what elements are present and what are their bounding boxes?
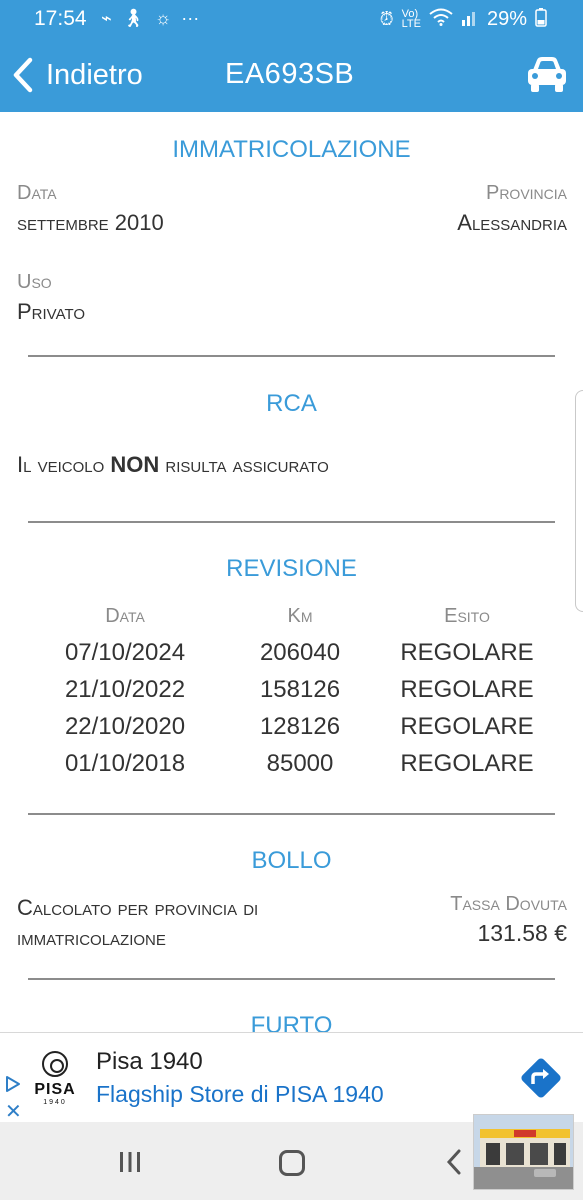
car-icon[interactable] xyxy=(525,54,569,94)
table-cell: 07/10/2024 xyxy=(64,639,186,666)
uso-label: Uso xyxy=(17,271,52,293)
section-title-bollo: BOLLO xyxy=(251,847,332,874)
wifi-icon xyxy=(429,8,453,30)
recents-icon[interactable] xyxy=(117,1150,143,1174)
rca-text-after: risulta assicurato xyxy=(159,452,329,477)
divider xyxy=(28,978,555,980)
tassa-value: 131.58 € xyxy=(477,920,567,946)
section-title-furto: FURTO xyxy=(250,1012,333,1032)
home-icon[interactable] xyxy=(279,1150,305,1176)
divider xyxy=(28,521,555,523)
tassa-label: Tassa Dovuta xyxy=(450,893,567,915)
ad-banner[interactable]: PISA 1940 ✕ Pisa 1940 Flagship Store di … xyxy=(0,1032,583,1124)
bollo-description-line2: immatricolazione xyxy=(17,925,166,950)
divider xyxy=(28,355,555,357)
vehicle-details[interactable]: IMMATRICOLAZIONE Data settembre 2010 Pro… xyxy=(0,112,583,1032)
table-cell: 21/10/2022 xyxy=(64,676,186,703)
battery-icon xyxy=(535,7,547,31)
provincia-value: Alessandria xyxy=(457,210,567,235)
provincia-label: Provincia xyxy=(485,182,567,204)
rca-status-text: Il veicolo NON risulta assicurato xyxy=(17,452,329,478)
back-label: Indietro xyxy=(46,58,143,91)
revisione-header-esito: Esito xyxy=(444,605,490,627)
table-cell: REGOLARE xyxy=(400,676,534,703)
ad-title[interactable]: Pisa 1940 xyxy=(96,1048,203,1076)
ad-brand-logo: PISA 1940 xyxy=(24,1049,86,1109)
table-cell: REGOLARE xyxy=(400,639,534,666)
store-thumbnail-image[interactable] xyxy=(473,1114,574,1190)
weather-icon: ☼ xyxy=(154,8,172,28)
table-cell: REGOLARE xyxy=(400,713,534,740)
table-cell: 128126 xyxy=(259,713,341,740)
chevron-left-icon xyxy=(13,57,33,93)
table-cell: REGOLARE xyxy=(400,750,534,777)
status-bar: 17:54 ⌁ 🚶︎ ☼ ··· ⏰︎ Vo) LTE 29% xyxy=(0,0,583,38)
back-nav-icon[interactable] xyxy=(445,1148,463,1176)
ad-subtitle[interactable]: Flagship Store di PISA 1940 xyxy=(96,1081,384,1108)
uso-value: Privato xyxy=(17,299,86,324)
ad-logo-text: PISA xyxy=(34,1081,76,1098)
table-cell: 85000 xyxy=(266,750,334,777)
plate-title: EA693SB xyxy=(225,58,355,90)
battery-percent: 29% xyxy=(486,7,527,30)
divider xyxy=(28,813,555,815)
status-system-icons: ⏰︎ Vo) LTE 29% xyxy=(380,7,547,31)
ad-close-button[interactable]: ✕ xyxy=(5,1099,22,1124)
signal-icon xyxy=(461,8,479,30)
section-title-rca: RCA xyxy=(266,390,317,417)
table-cell: 22/10/2020 xyxy=(64,713,186,740)
walking-icon: 🚶︎ xyxy=(121,8,145,28)
rca-text-before: Il veicolo xyxy=(17,452,111,477)
section-title-immatricolazione: IMMATRICOLAZIONE xyxy=(172,136,411,163)
more-notifications-icon: ··· xyxy=(181,8,200,28)
rca-text-bold: NON xyxy=(110,452,160,477)
ad-logo-subtext: 1940 xyxy=(43,1099,67,1106)
alarm-icon: ⏰︎ xyxy=(379,9,394,29)
table-cell: 206040 xyxy=(259,639,341,666)
table-cell: 01/10/2018 xyxy=(64,750,186,777)
cleaning-icon: ⌁ xyxy=(101,8,112,28)
data-value: settembre 2010 xyxy=(17,210,164,235)
section-title-revisione: REVISIONE xyxy=(226,555,357,582)
data-label: Data xyxy=(17,182,57,204)
back-button[interactable]: Indietro xyxy=(10,50,143,100)
ad-choices-icon[interactable] xyxy=(4,1075,22,1093)
revisione-header-km: Km xyxy=(287,605,313,627)
bollo-description-line1: Calcolato per provincia di xyxy=(17,895,259,920)
revisione-header-data: Data xyxy=(105,605,145,627)
table-cell: 158126 xyxy=(259,676,341,703)
directions-icon[interactable] xyxy=(516,1053,566,1103)
status-notification-icons: ⌁ 🚶︎ ☼ ··· xyxy=(101,8,199,28)
status-time: 17:54 xyxy=(34,7,87,30)
brand-emblem-icon xyxy=(42,1051,68,1077)
app-bar: Indietro EA693SB xyxy=(0,38,583,112)
volte-icon: Vo) LTE xyxy=(401,8,421,30)
